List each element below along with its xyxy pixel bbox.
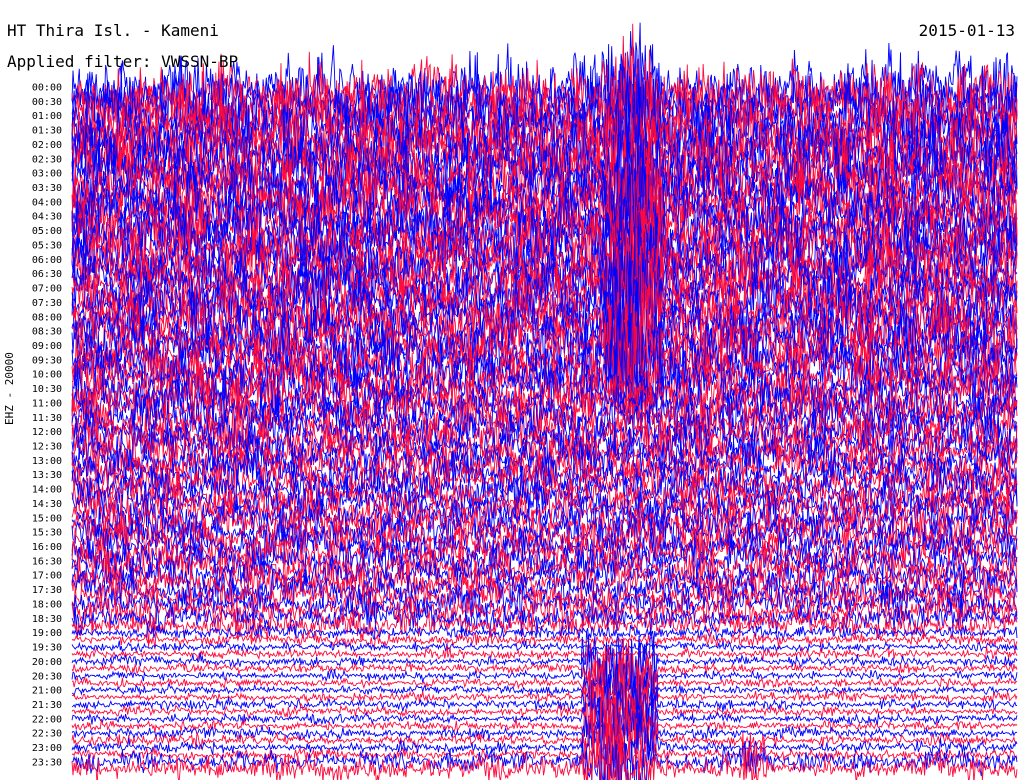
tick-label: 00:30 [32, 97, 62, 108]
tick-label: 14:30 [32, 499, 62, 510]
time-tick-labels: 00:00 00:30 01:00 01:30 02:00 02:30 03:00 03:30… [32, 83, 62, 769]
tick-label: 22:00 [32, 714, 62, 725]
tick-label: 17:00 [32, 571, 62, 582]
tick-label: 09:00 [32, 341, 62, 352]
tick-label: 07:00 [32, 284, 62, 295]
tick-label: 13:00 [32, 456, 62, 467]
tick-label: 08:30 [32, 327, 62, 338]
tick-label: 12:00 [32, 427, 62, 438]
tick-label: 07:30 [32, 298, 62, 309]
tick-label: 17:30 [32, 585, 62, 596]
tick-label: 15:00 [32, 513, 62, 524]
filter-label: Applied filter: VWSSN-BP [7, 52, 239, 71]
tick-label: 20:00 [32, 657, 62, 668]
tick-label: 06:00 [32, 255, 62, 266]
helicorder-plot: 00:00 00:30 01:00 01:30 02:00 02:30 03:00 03:30… [32, 22, 1018, 780]
tick-label: 03:30 [32, 183, 62, 194]
tick-label: 04:00 [32, 197, 62, 208]
tick-label: 21:00 [32, 686, 62, 697]
tick-label: 16:00 [32, 542, 62, 553]
tick-label: 23:30 [32, 757, 62, 768]
tick-label: 08:00 [32, 312, 62, 323]
tick-label: 19:00 [32, 628, 62, 639]
tick-label: 10:00 [32, 370, 62, 381]
tick-label: 02:30 [32, 154, 62, 165]
tick-label: 11:00 [32, 398, 62, 409]
tick-label: 10:30 [32, 384, 62, 395]
tick-label: 19:30 [32, 643, 62, 654]
tick-label: 01:30 [32, 126, 62, 137]
tick-label: 04:30 [32, 212, 62, 223]
tick-label: 13:30 [32, 470, 62, 481]
tick-label: 11:30 [32, 413, 62, 424]
tick-label: 00:00 [32, 83, 62, 94]
tick-label: 23:00 [32, 743, 62, 754]
tick-label: 05:30 [32, 240, 62, 251]
channel-label: EHZ - 20000 [3, 352, 16, 425]
tick-label: 03:00 [32, 169, 62, 180]
tick-label: 15:30 [32, 528, 62, 539]
tick-label: 05:00 [32, 226, 62, 237]
tick-label: 09:30 [32, 355, 62, 366]
tick-label: 20:30 [32, 671, 62, 682]
tick-label: 22:30 [32, 729, 62, 740]
trace-row-84 [72, 652, 1018, 727]
tick-label: 01:00 [32, 111, 62, 122]
tick-label: 14:00 [32, 485, 62, 496]
tick-label: 12:30 [32, 442, 62, 453]
tick-label: 16:30 [32, 556, 62, 567]
tick-label: 06:30 [32, 269, 62, 280]
tick-label: 02:00 [32, 140, 62, 151]
tick-label: 18:30 [32, 614, 62, 625]
tick-label: 21:30 [32, 700, 62, 711]
trace-rows [71, 22, 1018, 780]
tick-label: 18:00 [32, 599, 62, 610]
